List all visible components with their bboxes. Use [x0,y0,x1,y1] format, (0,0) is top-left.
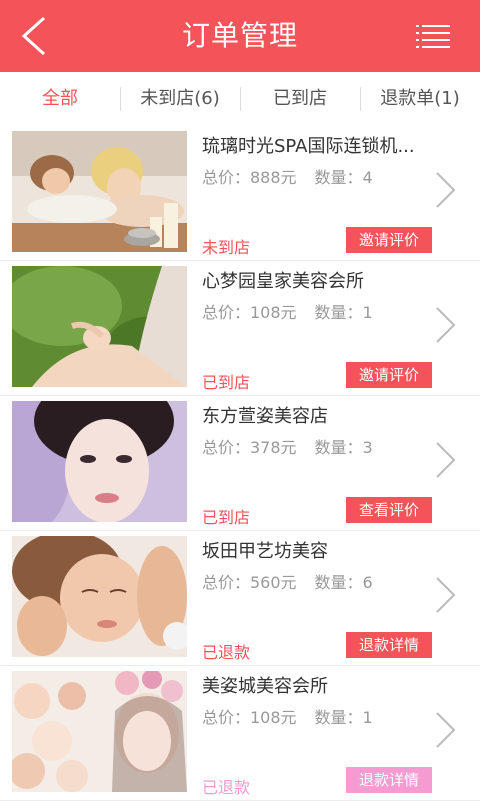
invite-review-button[interactable]: 邀请评价 [346,362,432,388]
store-name: 心梦园皇家美容会所 [202,271,364,292]
order-row[interactable]: 东方萱姿美容店 总价：378元 数量：3 已到店 查看评价 [0,396,480,531]
order-status: 已退款 [202,778,251,797]
total-price: 总价：108元 [202,708,297,727]
list-menu-icon[interactable] [416,24,450,50]
order-row[interactable]: 心梦园皇家美容会所 总价：108元 数量：1 已到店 邀请评价 [0,261,480,396]
flower-portrait-photo [12,671,187,792]
total-price: 总价：378元 [202,438,297,457]
order-status: 已到店 [202,373,251,392]
yoga-meditation-photo [12,266,187,387]
order-status: 未到店 [202,238,251,257]
store-name: 东方萱姿美容店 [202,406,328,427]
page-title: 订单管理 [181,19,298,52]
order-meta: 总价：560元 数量：6 [202,569,373,593]
quantity: 数量：3 [314,438,373,457]
order-meta: 总价：888元 数量：4 [202,164,373,188]
filter-tabs: 全部 未到店(6) 已到店 退款单(1) [0,72,480,127]
beauty-portrait-photo [12,401,187,522]
chevron-right-icon[interactable] [434,440,458,480]
tab-not-arrived[interactable]: 未到店(6) [120,72,240,126]
invite-review-button[interactable]: 邀请评价 [346,227,432,253]
total-price: 总价：108元 [202,303,297,322]
store-name: 美姿城美容会所 [202,676,328,697]
quantity: 数量：1 [314,708,373,727]
facial-massage-photo [12,536,187,657]
top-bar: 订单管理 [0,0,480,72]
order-meta: 总价：378元 数量：3 [202,434,373,458]
order-list: 琉璃时光SPA国际连锁机... 总价：888元 数量：4 未到店 邀请评价 心梦园… [0,126,480,801]
order-status: 已到店 [202,508,251,527]
quantity: 数量：1 [314,303,373,322]
order-row[interactable]: 坂田甲艺坊美容 总价：560元 数量：6 已退款 退款详情 [0,531,480,666]
order-row[interactable]: 琉璃时光SPA国际连锁机... 总价：888元 数量：4 未到店 邀请评价 [0,126,480,261]
store-name: 坂田甲艺坊美容 [202,541,328,562]
chevron-right-icon[interactable] [434,710,458,750]
chevron-right-icon[interactable] [434,305,458,345]
spa-massage-photo [12,131,187,252]
order-row[interactable]: 美姿城美容会所 总价：108元 数量：1 已退款 退款详情 [0,666,480,801]
chevron-right-icon[interactable] [434,170,458,210]
refund-details-button[interactable]: 退款详情 [346,767,432,793]
order-meta: 总价：108元 数量：1 [202,299,373,323]
tab-arrived[interactable]: 已到店 [240,72,360,126]
total-price: 总价：560元 [202,573,297,592]
order-status: 已退款 [202,643,251,662]
order-meta: 总价：108元 数量：1 [202,704,373,728]
refund-details-button[interactable]: 退款详情 [346,632,432,658]
store-name: 琉璃时光SPA国际连锁机... [202,136,415,157]
view-review-button[interactable]: 查看评价 [346,497,432,523]
chevron-right-icon[interactable] [434,575,458,615]
quantity: 数量：6 [314,573,373,592]
quantity: 数量：4 [314,168,373,187]
tab-all[interactable]: 全部 [0,72,120,126]
tab-refunds[interactable]: 退款单(1) [360,72,480,126]
total-price: 总价：888元 [202,168,297,187]
